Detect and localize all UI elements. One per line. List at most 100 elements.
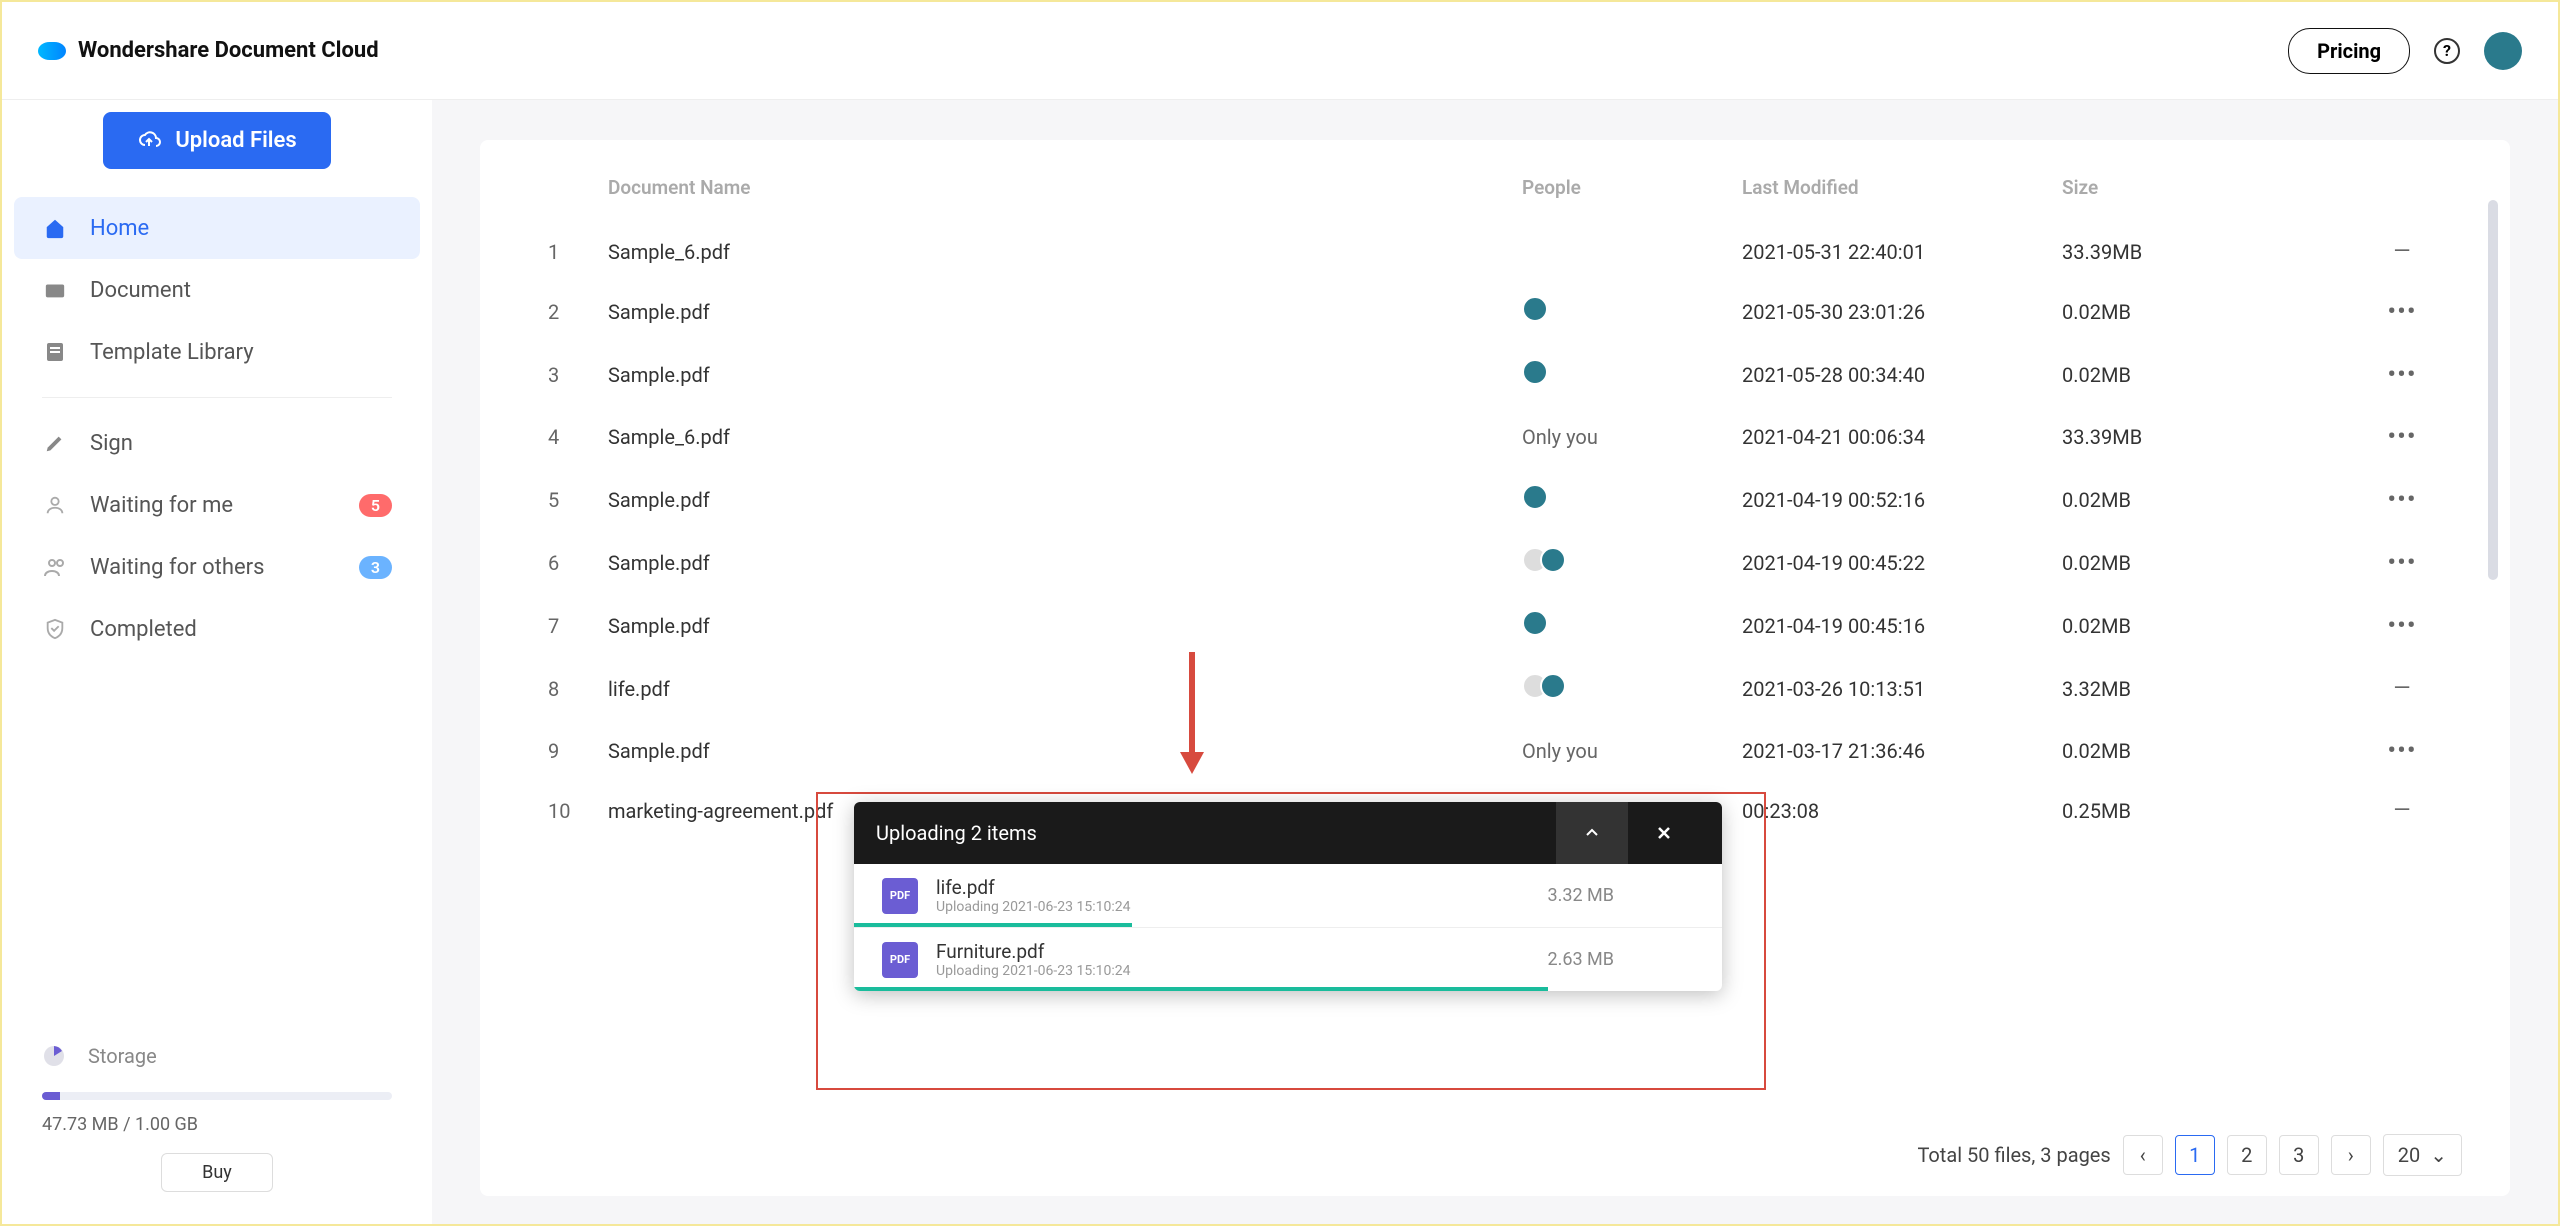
scrollbar[interactable] <box>2488 200 2498 580</box>
row-name: Sample.pdf <box>608 363 1522 387</box>
row-action: — <box>2362 676 2442 701</box>
sidebar-item-sign[interactable]: Sign <box>2 412 432 474</box>
row-index: 10 <box>548 799 608 823</box>
table-row[interactable]: 6Sample.pdf2021-04-19 00:45:220.02MB••• <box>528 531 2462 594</box>
row-name: Sample.pdf <box>608 488 1522 512</box>
help-icon[interactable]: ? <box>2434 38 2460 64</box>
table-row[interactable]: 1Sample_6.pdf2021-05-31 22:40:0133.39MB— <box>528 223 2462 280</box>
row-date: 2021-05-30 23:01:26 <box>1742 300 2062 324</box>
col-header-size[interactable]: Size <box>2062 176 2362 199</box>
storage-fill <box>42 1092 60 1100</box>
col-header-name[interactable]: Document Name <box>608 176 1522 199</box>
row-people <box>1522 610 1742 641</box>
row-size: 0.02MB <box>2062 551 2362 575</box>
page-prev-button[interactable]: ‹ <box>2123 1135 2163 1175</box>
upload-item-size: 3.32 MB <box>1548 885 1615 906</box>
more-icon[interactable]: ••• <box>2387 360 2416 390</box>
page-next-button[interactable]: › <box>2331 1135 2371 1175</box>
sidebar-template-label: Template Library <box>90 340 254 365</box>
row-index: 9 <box>548 739 608 763</box>
action-dash: — <box>2393 798 2410 823</box>
row-action: — <box>2362 798 2442 823</box>
storage-text: 47.73 MB / 1.00 GB <box>42 1114 392 1135</box>
sidebar: Upload Files Home Document Template Libr… <box>2 100 432 1224</box>
row-action: ••• <box>2362 736 2442 766</box>
people-icon <box>42 554 68 580</box>
row-name: Sample.pdf <box>608 614 1522 638</box>
buy-button[interactable]: Buy <box>161 1153 273 1192</box>
pdf-icon: PDF <box>882 942 918 978</box>
topbar-right: Pricing ? <box>2288 28 2522 74</box>
page-3-button[interactable]: 3 <box>2279 1135 2319 1175</box>
minimize-icon[interactable] <box>1556 802 1628 864</box>
row-size: 33.39MB <box>2062 240 2362 264</box>
sidebar-item-waiting-me[interactable]: Waiting for me 5 <box>2 474 432 536</box>
table-row[interactable]: 4Sample_6.pdfOnly you2021-04-21 00:06:34… <box>528 406 2462 468</box>
sidebar-home-label: Home <box>90 216 149 241</box>
people-text: Only you <box>1522 425 1598 449</box>
table-row[interactable]: 3Sample.pdf2021-05-28 00:34:400.02MB••• <box>528 343 2462 406</box>
sidebar-item-completed[interactable]: Completed <box>2 598 432 660</box>
sidebar-document-label: Document <box>90 278 191 303</box>
pie-icon <box>42 1044 66 1068</box>
table-row[interactable]: 9Sample.pdfOnly you2021-03-17 21:36:460.… <box>528 720 2462 782</box>
pen-icon <box>42 430 68 456</box>
col-header-date[interactable]: Last Modified <box>1742 176 2062 199</box>
row-action: ••• <box>2362 422 2442 452</box>
upload-item-name: Furniture.pdf <box>936 940 1530 963</box>
row-size: 0.02MB <box>2062 300 2362 324</box>
more-icon[interactable]: ••• <box>2387 611 2416 641</box>
more-icon[interactable]: ••• <box>2387 485 2416 515</box>
row-name: Sample_6.pdf <box>608 425 1522 449</box>
user-avatar[interactable] <box>2484 32 2522 70</box>
row-size: 0.25MB <box>2062 799 2362 823</box>
page-size-select[interactable]: 20⌄ <box>2383 1134 2462 1176</box>
col-header-people[interactable]: People <box>1522 176 1742 199</box>
row-action: ••• <box>2362 611 2442 641</box>
row-index: 5 <box>548 488 608 512</box>
people-avatar <box>1522 484 1548 510</box>
sidebar-item-template[interactable]: Template Library <box>2 321 432 383</box>
page-size-value: 20 <box>2398 1143 2420 1167</box>
upload-item: PDFFurniture.pdfUploading 2021-06-23 15:… <box>854 927 1722 991</box>
table-row[interactable]: 7Sample.pdf2021-04-19 00:45:160.02MB••• <box>528 594 2462 657</box>
upload-button-label: Upload Files <box>175 128 296 153</box>
more-icon[interactable]: ••• <box>2387 297 2416 327</box>
row-size: 3.32MB <box>2062 677 2362 701</box>
row-name: Sample.pdf <box>608 300 1522 324</box>
row-action: ••• <box>2362 485 2442 515</box>
table-row[interactable]: 2Sample.pdf2021-05-30 23:01:260.02MB••• <box>528 280 2462 343</box>
page-2-button[interactable]: 2 <box>2227 1135 2267 1175</box>
row-date: 2021-04-19 00:52:16 <box>1742 488 2062 512</box>
storage-bar <box>42 1092 392 1100</box>
table-row[interactable]: 5Sample.pdf2021-04-19 00:52:160.02MB••• <box>528 468 2462 531</box>
row-date: 2021-03-26 10:13:51 <box>1742 677 2062 701</box>
row-size: 0.02MB <box>2062 614 2362 638</box>
divider <box>42 397 392 398</box>
row-index: 8 <box>548 677 608 701</box>
row-date: 2021-04-19 00:45:22 <box>1742 551 2062 575</box>
more-icon[interactable]: ••• <box>2387 736 2416 766</box>
row-action: — <box>2362 239 2442 264</box>
upload-item: PDFlife.pdfUploading 2021-06-23 15:10:24… <box>854 864 1722 927</box>
waiting-others-badge: 3 <box>359 556 392 579</box>
row-date: 2021-04-21 00:06:34 <box>1742 425 2062 449</box>
upload-files-button[interactable]: Upload Files <box>103 112 330 169</box>
row-date: 2021-05-31 22:40:01 <box>1742 240 2062 264</box>
sidebar-completed-label: Completed <box>90 617 197 642</box>
page-1-button[interactable]: 1 <box>2175 1135 2215 1175</box>
pdf-icon: PDF <box>882 878 918 914</box>
more-icon[interactable]: ••• <box>2387 548 2416 578</box>
brand-logo[interactable]: Wondershare Document Cloud <box>38 38 379 63</box>
more-icon[interactable]: ••• <box>2387 422 2416 452</box>
table-row[interactable]: 8life.pdf 2021-03-26 10:13:513.32MB— <box>528 657 2462 720</box>
pricing-button[interactable]: Pricing <box>2288 28 2410 74</box>
cloud-icon <box>38 42 66 60</box>
sidebar-item-waiting-others[interactable]: Waiting for others 3 <box>2 536 432 598</box>
close-icon[interactable] <box>1628 802 1700 864</box>
people-avatar <box>1522 610 1548 636</box>
sidebar-item-document[interactable]: Document <box>2 259 432 321</box>
sidebar-item-home[interactable]: Home <box>14 197 420 259</box>
storage-header: Storage <box>42 1044 392 1068</box>
row-name: life.pdf <box>608 677 1522 701</box>
